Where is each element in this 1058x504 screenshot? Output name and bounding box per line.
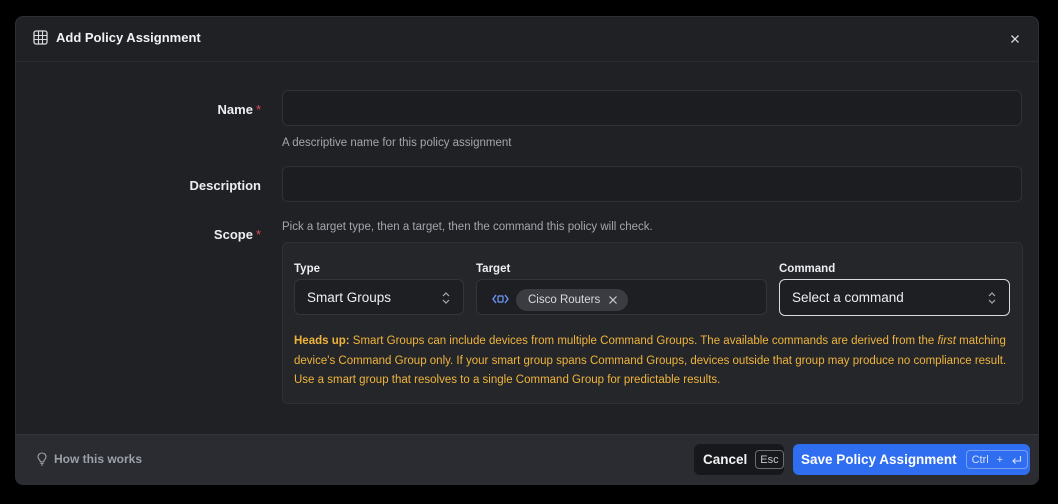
required-mark: *	[255, 227, 261, 242]
scope-panel: Type Smart Groups Target Cisco Routers C…	[282, 242, 1023, 404]
add-policy-assignment-dialog: Add Policy Assignment Name * A descriptiv…	[15, 16, 1039, 485]
dialog-footer: How this works Cancel Esc Save Policy As…	[16, 434, 1038, 484]
type-select-value: Smart Groups	[307, 290, 392, 305]
name-label-text: Name	[217, 102, 253, 117]
description-label: Description	[189, 178, 261, 193]
target-tag: Cisco Routers	[516, 289, 629, 311]
target-label: Target	[476, 263, 511, 275]
how-this-works-link[interactable]: How this works	[37, 452, 142, 466]
close-icon[interactable]	[1007, 31, 1023, 47]
save-shortcut: Ctrl +	[965, 450, 1029, 469]
ctrl-key: Ctrl	[971, 453, 989, 466]
cancel-button[interactable]: Cancel Esc	[694, 444, 784, 475]
smart-group-icon	[492, 294, 509, 304]
how-this-works-label: How this works	[54, 452, 143, 466]
warning-emphasis: first	[937, 335, 956, 347]
scope-hint: Pick a target type, then a target, then …	[282, 221, 653, 233]
smart-group-warning: Heads up: Smart Groups can include devic…	[294, 332, 1012, 391]
name-hint: A descriptive name for this policy assig…	[282, 137, 512, 149]
dialog-title: Add Policy Assignment	[56, 30, 201, 45]
name-input[interactable]	[282, 90, 1022, 126]
type-label: Type	[294, 263, 320, 275]
dialog-header: Add Policy Assignment	[16, 17, 1038, 62]
name-label: Name *	[16, 102, 261, 117]
warning-text-before: Smart Groups can include devices from mu…	[352, 335, 935, 347]
chevron-up-down-icon	[442, 292, 450, 304]
esc-shortcut: Esc	[755, 450, 784, 469]
cancel-label: Cancel	[703, 452, 748, 467]
chevron-up-down-icon	[988, 292, 996, 304]
scope-label-text: Scope	[213, 227, 253, 242]
warning-title: Heads up:	[294, 335, 350, 347]
save-policy-assignment-button[interactable]: Save Policy Assignment Ctrl +	[793, 444, 1030, 475]
required-mark: *	[255, 102, 261, 117]
enter-key-icon	[1012, 455, 1022, 464]
type-select[interactable]: Smart Groups	[294, 279, 464, 315]
lightbulb-icon	[37, 452, 47, 466]
target-select[interactable]: Cisco Routers	[476, 279, 767, 315]
target-tag-label: Cisco Routers	[528, 294, 601, 306]
command-select-value: Select a command	[792, 290, 904, 305]
command-select[interactable]: Select a command	[779, 279, 1010, 316]
plus-key: +	[996, 453, 1004, 466]
remove-tag-icon[interactable]	[608, 295, 618, 305]
scope-label: Scope *	[16, 227, 261, 242]
command-label: Command	[779, 263, 836, 275]
policy-grid-icon	[33, 30, 48, 45]
save-label: Save Policy Assignment	[801, 452, 957, 467]
description-input[interactable]	[282, 166, 1022, 202]
